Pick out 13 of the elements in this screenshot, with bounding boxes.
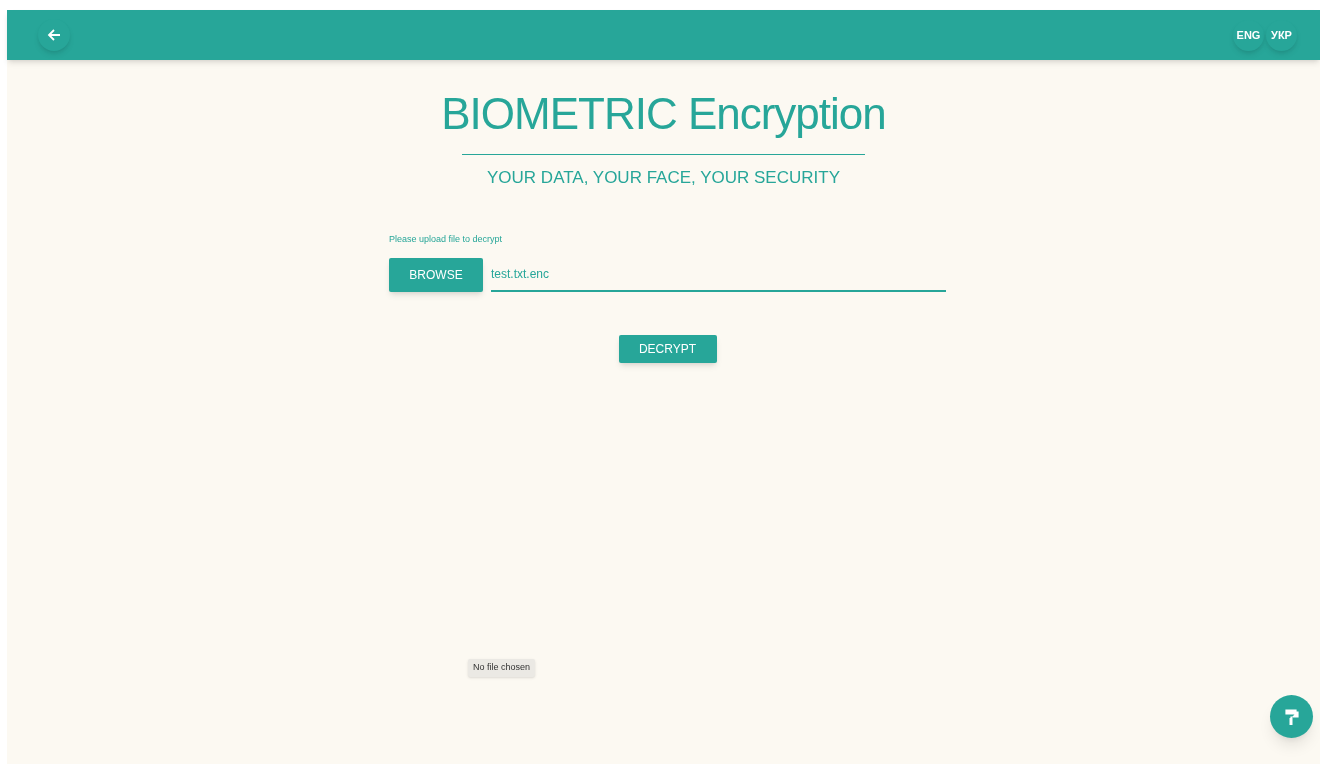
- paint-roller-button[interactable]: [1270, 695, 1313, 738]
- language-button[interactable]: ENG: [1233, 19, 1264, 51]
- language-button[interactable]: УКР: [1266, 19, 1297, 51]
- back-button[interactable]: [38, 19, 70, 51]
- back-arrow-icon: [47, 28, 61, 42]
- decrypt-button[interactable]: DECRYPT: [618, 335, 717, 363]
- upload-label: Please upload file to decrypt: [389, 232, 504, 246]
- paint-roller-icon: [1284, 708, 1299, 725]
- file-name-field[interactable]: test.txt.enc: [491, 258, 946, 292]
- page-title: BIOMETRIC Encryption: [441, 88, 886, 140]
- file-input-status[interactable]: No file chosen: [468, 659, 536, 677]
- page-subtitle: YOUR DATA, YOUR FACE, YOUR SECURITY: [487, 167, 840, 189]
- browse-button[interactable]: BROWSE: [389, 258, 483, 292]
